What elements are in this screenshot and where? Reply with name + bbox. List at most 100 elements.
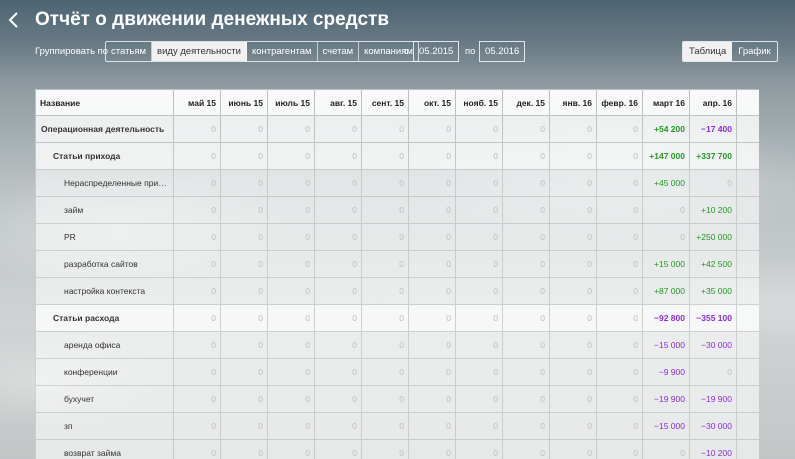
cell-value: 0 <box>596 385 643 413</box>
cell-value: +337 700 <box>689 142 737 170</box>
cell-value: 0 <box>220 250 268 278</box>
from-label: с <box>404 46 409 57</box>
cell-value: +35 000 <box>689 277 737 305</box>
column-header-month: авг. 15 <box>314 89 362 116</box>
cell-value: 0 <box>361 277 409 305</box>
group-by-option[interactable]: компаниям <box>359 42 418 61</box>
cell-value: −19 900 <box>689 385 737 413</box>
column-header-month: дек. 15 <box>502 89 550 116</box>
column-header-month: март 16 <box>642 89 690 116</box>
table-row[interactable]: Операционная деятельность 0 0 0 0 0 0 0 0 0 0 +54 2… <box>35 115 759 143</box>
column-header-month: янв. 16 <box>549 89 597 116</box>
cell-value: 0 <box>596 331 643 359</box>
cell-value: 0 <box>502 412 550 440</box>
cell-value: 0 <box>267 358 315 386</box>
table-row[interactable]: конференции0000000000−9 90000 <box>35 358 759 386</box>
cell-value: 0 <box>314 115 362 143</box>
group-by-option[interactable]: виду деятельности <box>152 42 247 61</box>
row-name: разработка сайтов <box>35 250 174 278</box>
cell-value: 0 <box>736 439 759 459</box>
cell-value: 0 <box>267 250 315 278</box>
cell-value: 0 <box>408 439 456 459</box>
chart-view-button[interactable]: График <box>732 42 776 61</box>
cell-value: 0 <box>596 142 643 170</box>
cell-value: 0 <box>220 412 268 440</box>
cell-value: 0 <box>455 142 503 170</box>
cell-value: 0 <box>455 358 503 386</box>
cell-value: 0 <box>549 250 597 278</box>
table-row[interactable]: разработка сайтов 0 0 0 0 0 0 0 0 0 0 +15 000 +42 50… <box>35 250 759 278</box>
column-header-month: июль 15 <box>267 89 315 116</box>
from-date-field[interactable]: 05.2015 <box>413 41 459 62</box>
cell-value: 0 <box>220 142 268 170</box>
cell-value: 0 <box>173 304 221 332</box>
cell-value: +1 500 000 <box>736 142 759 170</box>
cell-value: 0 <box>173 196 221 224</box>
cell-value: 0 <box>455 169 503 197</box>
cell-value: 0 <box>267 277 315 305</box>
cell-value: 0 <box>549 223 597 251</box>
cell-value: 0 <box>361 385 409 413</box>
table-row[interactable]: настройка контекста 0 0 0 0 0 0 0 0 0 0 +87 000 +35 … <box>35 277 759 305</box>
cell-value: 0 <box>267 412 315 440</box>
cell-value: 0 <box>314 412 362 440</box>
column-header-month: май 15 <box>173 89 221 116</box>
column-header-month: май 16 <box>736 89 759 116</box>
cell-value: 0 <box>642 439 690 459</box>
cell-value: 0 <box>455 331 503 359</box>
cell-value: 0 <box>455 277 503 305</box>
chevron-left-icon[interactable] <box>6 11 22 29</box>
column-header-month: апр. 16 <box>689 89 737 116</box>
cell-value: 0 <box>408 304 456 332</box>
cell-value: −15 000 <box>642 412 690 440</box>
table-row[interactable]: PR00000000000+250 000+1 500 000 <box>35 223 759 251</box>
table-row[interactable]: Статьи прихода 0 0 0 0 0 0 0 0 0 0 +147 000 +337 700… <box>35 142 759 170</box>
table-view-button[interactable]: Таблица <box>683 42 733 61</box>
group-by-option[interactable]: счетам <box>318 42 360 61</box>
cell-value: 0 <box>361 250 409 278</box>
cell-value: 0 <box>736 385 759 413</box>
table-row[interactable]: Нераспределенные прихо… 0 0 0 0 0 0 0 0 0 0 +45 000… <box>35 169 759 197</box>
cell-value: −19 900 <box>642 385 690 413</box>
cell-value: 0 <box>502 142 550 170</box>
cell-value: 0 <box>408 358 456 386</box>
column-header-name: Название <box>35 89 174 116</box>
cell-value: 0 <box>314 169 362 197</box>
cell-value: −30 000 <box>689 412 737 440</box>
cell-value: 0 <box>549 142 597 170</box>
cell-value: 0 <box>502 223 550 251</box>
cell-value: 0 <box>455 412 503 440</box>
cell-value: 0 <box>267 142 315 170</box>
cell-value: 0 <box>314 385 362 413</box>
cell-value: 0 <box>596 277 643 305</box>
group-by-option[interactable]: статьям <box>106 42 153 61</box>
cell-value: 0 <box>596 223 643 251</box>
cell-value: +10 200 <box>689 196 737 224</box>
cell-value: 0 <box>596 169 643 197</box>
cell-value: +1 500 000 <box>736 115 759 143</box>
cell-value: 0 <box>267 439 315 459</box>
group-by-selector: статьям виду деятельности контрагентам счет… <box>105 41 419 62</box>
cell-value: 0 <box>502 169 550 197</box>
cell-value: −30 000 <box>689 331 737 359</box>
cell-value: 0 <box>361 304 409 332</box>
table-row[interactable]: займ00000000000+10 2000 <box>35 196 759 224</box>
table-row[interactable]: бухучет0000000000−19 900−19 9000 <box>35 385 759 413</box>
table-row[interactable]: Статьи расхода0000000000−92 800−355 1000 <box>35 304 759 332</box>
row-name: PR <box>35 223 174 251</box>
to-date-field[interactable]: 05.2016 <box>479 41 525 62</box>
cell-value: 0 <box>361 142 409 170</box>
row-name: Операционная деятельность <box>35 115 174 143</box>
table-row[interactable]: аренда офиса0000000000−15 000−30 0000 <box>35 331 759 359</box>
cell-value: 0 <box>502 358 550 386</box>
cell-value: 0 <box>596 196 643 224</box>
cell-value: −355 100 <box>689 304 737 332</box>
table-row[interactable]: возврат займа00000000000−10 2000 <box>35 439 759 459</box>
cell-value: 0 <box>173 385 221 413</box>
cell-value: 0 <box>549 358 597 386</box>
cell-value: 0 <box>408 250 456 278</box>
group-by-option[interactable]: контрагентам <box>247 42 318 61</box>
table-row[interactable]: зп0000000000−15 000−30 0000 <box>35 412 759 440</box>
cell-value: 0 <box>455 115 503 143</box>
cell-value: 0 <box>361 358 409 386</box>
